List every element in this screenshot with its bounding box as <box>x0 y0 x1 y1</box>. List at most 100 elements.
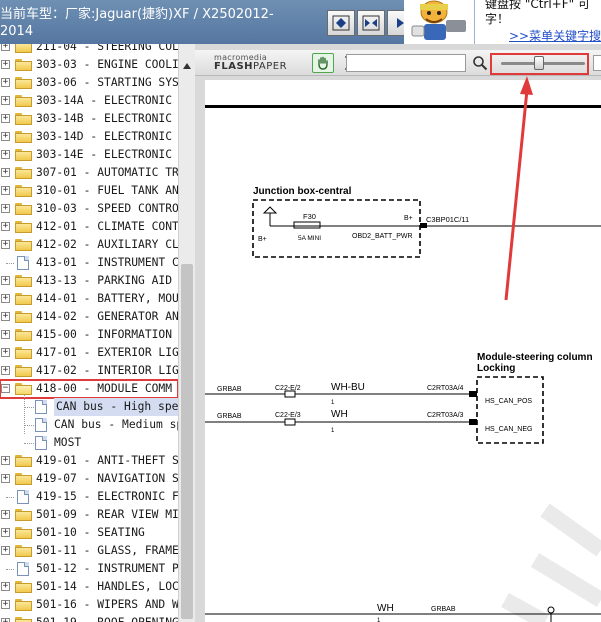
tree-item[interactable]: MOST <box>0 434 178 452</box>
expand-toggle-icon[interactable]: + <box>1 168 10 177</box>
page-top-rule <box>205 105 601 108</box>
expand-toggle-icon[interactable]: + <box>1 240 10 249</box>
folder-open-icon <box>15 383 32 395</box>
tree-item[interactable]: +303-14E - ELECTRONIC E <box>0 146 186 164</box>
folder-icon <box>15 347 32 359</box>
c2rt03a-3-label: C2RT03A/3 <box>427 412 464 419</box>
document-icon <box>35 436 47 450</box>
tree-guide-vertical <box>24 395 25 434</box>
tree-item-label: 501-19 - ROOF OPENING <box>36 614 179 622</box>
expand-toggle-icon[interactable]: + <box>1 546 10 555</box>
hand-tool-button[interactable] <box>312 53 334 73</box>
tree-item[interactable]: CAN bus - High speed <box>0 398 195 416</box>
tree-item[interactable]: +303-03 - ENGINE COOLI <box>0 56 179 74</box>
bottom-wire-grbab: GRBAB <box>431 606 456 613</box>
scroll-up-arrow[interactable] <box>179 58 195 74</box>
tree-item[interactable]: +211-04 - STEERING COL <box>0 44 179 56</box>
scroll-thumb[interactable] <box>181 264 193 619</box>
tree-item[interactable]: +501-19 - ROOF OPENING <box>0 614 179 622</box>
expand-toggle-icon[interactable]: + <box>1 150 10 159</box>
expand-toggle-icon[interactable]: + <box>1 582 10 591</box>
expand-toggle-icon[interactable]: + <box>1 294 10 303</box>
tree-item[interactable]: +501-14 - HANDLES, LOCI <box>0 578 186 596</box>
brand-flash: FLASH <box>214 61 254 72</box>
folder-icon <box>15 527 32 539</box>
model-tree-panel: +211-04 - STEERING COL +303-03 - ENGINE C… <box>0 44 195 622</box>
document-icon <box>17 256 29 270</box>
expand-toggle-icon[interactable]: + <box>1 204 10 213</box>
folder-icon <box>15 545 32 557</box>
tree-item-label: 211-04 - STEERING COL <box>36 44 179 53</box>
tree-item[interactable]: +412-02 - AUXILIARY CLI <box>0 236 186 254</box>
expand-toggle-icon[interactable]: + <box>1 96 10 105</box>
folder-icon <box>15 311 32 323</box>
tree-item[interactable]: 413-01 - INSTRUMENT C <box>0 254 179 272</box>
tree-item[interactable]: +303-14D - ELECTRONIC <box>0 128 178 146</box>
watermark-strokes <box>501 503 601 622</box>
search-icon[interactable] <box>472 55 488 71</box>
folder-icon <box>15 131 32 143</box>
tree-guide <box>6 497 14 498</box>
tree-item[interactable]: +417-02 - INTERIOR LIGH <box>0 362 186 380</box>
tree-item[interactable]: +307-01 - AUTOMATIC TR <box>0 164 179 182</box>
tree-item[interactable]: +501-11 - GLASS, FRAMES <box>0 542 186 560</box>
toolbar-overflow-field[interactable] <box>593 55 601 71</box>
collapse-toggle-icon[interactable]: − <box>1 384 10 393</box>
bottom-wire-pin: 1 <box>377 618 381 622</box>
folder-icon <box>15 455 32 467</box>
tree-item[interactable]: +303-14A - ELECTRONIC <box>0 92 178 110</box>
tree-item[interactable]: +419-07 - NAVIGATION S <box>0 470 179 488</box>
tree-item[interactable]: +414-01 - BATTERY, MOUI <box>0 290 186 308</box>
expand-tree-button[interactable] <box>357 10 385 36</box>
expand-toggle-icon[interactable]: + <box>1 78 10 87</box>
tree-item[interactable]: 419-15 - ELECTRONIC FE <box>0 488 186 506</box>
expand-toggle-icon[interactable]: + <box>1 114 10 123</box>
tree-item[interactable]: CAN bus - Medium sp <box>0 416 183 434</box>
expand-toggle-icon[interactable]: + <box>1 348 10 357</box>
tree-item[interactable]: +303-06 - STARTING SYS <box>0 74 179 92</box>
tree-item-label: 414-01 - BATTERY, MOUI <box>36 292 186 305</box>
tree-item[interactable]: − 418-00 - MODULE COMM <box>0 379 179 399</box>
tree-item[interactable]: +501-10 - SEATING <box>0 524 178 542</box>
expand-toggle-icon[interactable]: + <box>1 44 10 51</box>
folder-icon <box>15 185 32 197</box>
tree-item[interactable]: +415-00 - INFORMATION A <box>0 326 186 344</box>
tree-item[interactable]: +501-09 - REAR VIEW MIF <box>0 506 186 524</box>
tree-item[interactable]: +310-03 - SPEED CONTRO <box>0 200 179 218</box>
brand-flashpaper: FLASHPAPER <box>214 61 287 72</box>
tree-item[interactable]: +414-02 - GENERATOR AN <box>0 308 179 326</box>
tree-item[interactable]: +412-01 - CLIMATE CONT <box>0 218 179 236</box>
tree-item-label: MOST <box>54 436 82 449</box>
tree-item[interactable]: +501-16 - WIPERS AND W <box>0 596 179 614</box>
expand-toggle-icon[interactable]: + <box>1 222 10 231</box>
expand-toggle-icon[interactable]: + <box>1 330 10 339</box>
expand-toggle-icon[interactable]: + <box>1 186 10 195</box>
expand-toggle-icon[interactable]: + <box>1 474 10 483</box>
junction-box-border <box>252 199 421 258</box>
folder-icon <box>15 365 32 377</box>
document-search-input[interactable] <box>346 54 466 72</box>
expand-toggle-icon[interactable]: + <box>1 510 10 519</box>
tree-item[interactable]: 501-12 - INSTRUMENT PA <box>0 560 186 578</box>
expand-toggle-icon[interactable]: + <box>1 276 10 285</box>
tree-item[interactable]: +419-01 - ANTI-THEFT SY <box>0 452 186 470</box>
expand-toggle-icon[interactable]: + <box>1 456 10 465</box>
tree-item[interactable]: +417-01 - EXTERIOR LIGH <box>0 344 186 362</box>
expand-toggle-icon[interactable]: + <box>1 600 10 609</box>
tree-item[interactable]: +413-13 - PARKING AID <box>0 272 178 290</box>
document-icon <box>35 418 47 432</box>
folder-icon <box>15 329 32 341</box>
tree-item[interactable]: +310-01 - FUEL TANK AND <box>0 182 186 200</box>
tree-item[interactable]: +303-14B - ELECTRONIC <box>0 110 178 128</box>
expand-toggle-icon[interactable]: + <box>1 366 10 375</box>
expand-toggle-icon[interactable]: + <box>1 618 10 622</box>
expand-toggle-icon[interactable]: + <box>1 528 10 537</box>
tree-item-label: 501-14 - HANDLES, LOCI <box>36 580 186 593</box>
tree-scrollbar[interactable] <box>178 44 195 622</box>
expand-toggle-icon[interactable]: + <box>1 60 10 69</box>
menu-keyword-search-link[interactable]: >>菜单关键字搜 <box>509 27 601 44</box>
expand-toggle-icon[interactable]: + <box>1 132 10 141</box>
collapse-tree-button[interactable] <box>327 10 355 36</box>
expand-toggle-icon[interactable]: + <box>1 312 10 321</box>
tree-item-label: 417-02 - INTERIOR LIGH <box>36 364 186 377</box>
